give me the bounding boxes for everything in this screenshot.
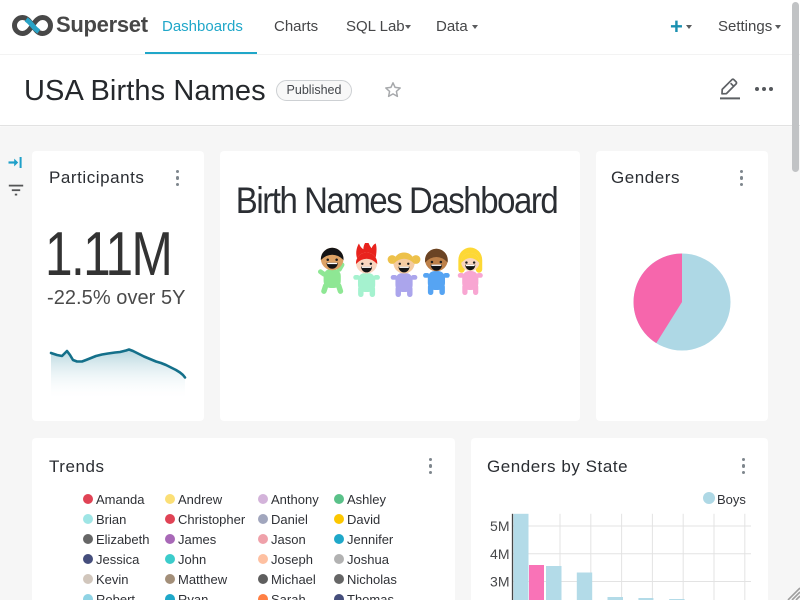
svg-text:3M: 3M xyxy=(490,574,509,590)
svg-text:4M: 4M xyxy=(490,546,509,562)
svg-text:5M: 5M xyxy=(490,518,509,534)
